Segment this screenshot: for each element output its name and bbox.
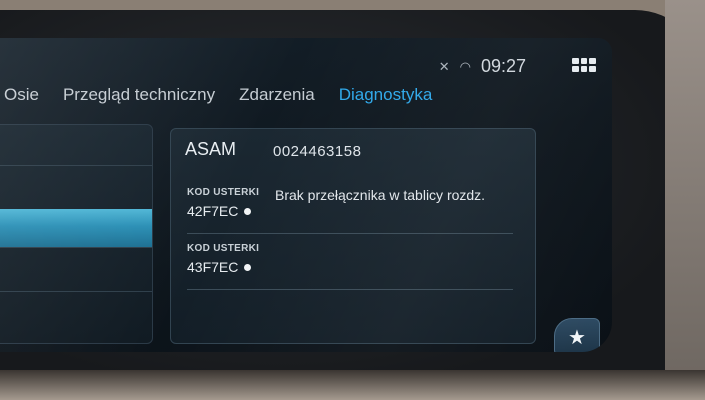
list-item[interactable] (0, 247, 152, 292)
category-list (0, 124, 153, 344)
favorite-button[interactable]: ★ (554, 318, 600, 352)
muted-phone-icon: ✕ (438, 58, 450, 74)
wifi-icon: ◠ (459, 58, 471, 74)
list-item[interactable] (0, 165, 152, 206)
background-floor (0, 370, 705, 400)
fault-code-row: 42F7EC (187, 203, 507, 219)
fault-entry[interactable]: KOD USTERKI 42F7EC Brak przełącznika w t… (187, 187, 507, 219)
fault-description: Brak przełącznika w tablicy rozdz. (275, 187, 486, 203)
star-icon: ★ (568, 326, 586, 349)
asam-value: 0024463158 (273, 143, 362, 160)
list-item-selected[interactable] (0, 209, 152, 247)
fault-detail-panel: ASAM 0024463158 KOD USTERKI 42F7EC Brak … (170, 128, 536, 344)
grid-menu-icon[interactable] (572, 58, 596, 72)
infotainment-screen: ✕ ◠ 09:27 Osie Przegląd techniczny Zdarz… (0, 38, 612, 352)
tab-diagnostyka[interactable]: Diagnostyka (327, 85, 445, 105)
tab-osie[interactable]: Osie (0, 85, 51, 105)
asam-label: ASAM (185, 139, 237, 159)
status-bar: ✕ ◠ 09:27 (439, 56, 526, 77)
fault-code: 42F7EC (187, 203, 239, 219)
divider (187, 289, 513, 290)
tab-przeglad-techniczny[interactable]: Przegląd techniczny (51, 85, 227, 105)
fault-code: 43F7EC (187, 259, 239, 275)
tab-zdarzenia[interactable]: Zdarzenia (227, 85, 327, 105)
list-item[interactable] (0, 291, 152, 343)
tab-bar: Osie Przegląd techniczny Zdarzenia Diagn… (0, 80, 444, 110)
fault-code-label: KOD USTERKI (187, 243, 260, 254)
status-dot-icon (244, 207, 252, 215)
background-dashboard (665, 0, 705, 400)
fault-code-row: 43F7EC (187, 259, 507, 275)
fault-entry[interactable]: KOD USTERKI 43F7EC (187, 243, 507, 275)
divider (187, 233, 513, 234)
clock: 09:27 (480, 56, 526, 76)
status-dot-icon (244, 263, 252, 271)
